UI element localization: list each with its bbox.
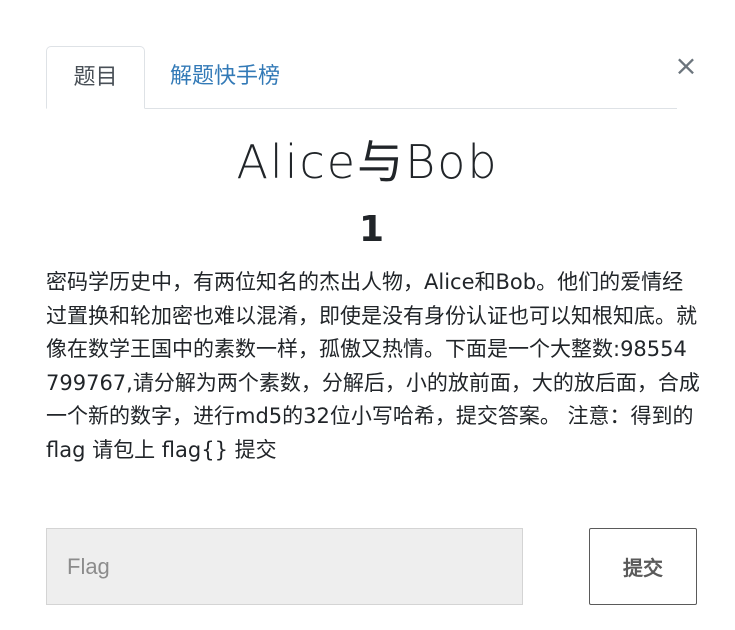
flag-input[interactable] — [46, 528, 523, 605]
challenge-description: 密码学历史中，有两位知名的杰出人物，Alice和Bob。他们的爱情经过置换和轮加… — [46, 270, 700, 462]
tab-challenge[interactable]: 题目 — [46, 46, 145, 109]
challenge-modal: × 题目 解题快手榜 Alice与Bob 1 密码学历史中，有两位知名的杰出人物… — [0, 0, 735, 630]
tab-solves[interactable]: 解题快手榜 — [170, 46, 280, 109]
challenge-points: 1 — [358, 209, 385, 250]
challenge-tabs: 题目 解题快手榜 — [46, 46, 677, 109]
challenge-title: Alice与Bob — [236, 135, 499, 189]
submit-button[interactable]: 提交 — [589, 528, 697, 605]
